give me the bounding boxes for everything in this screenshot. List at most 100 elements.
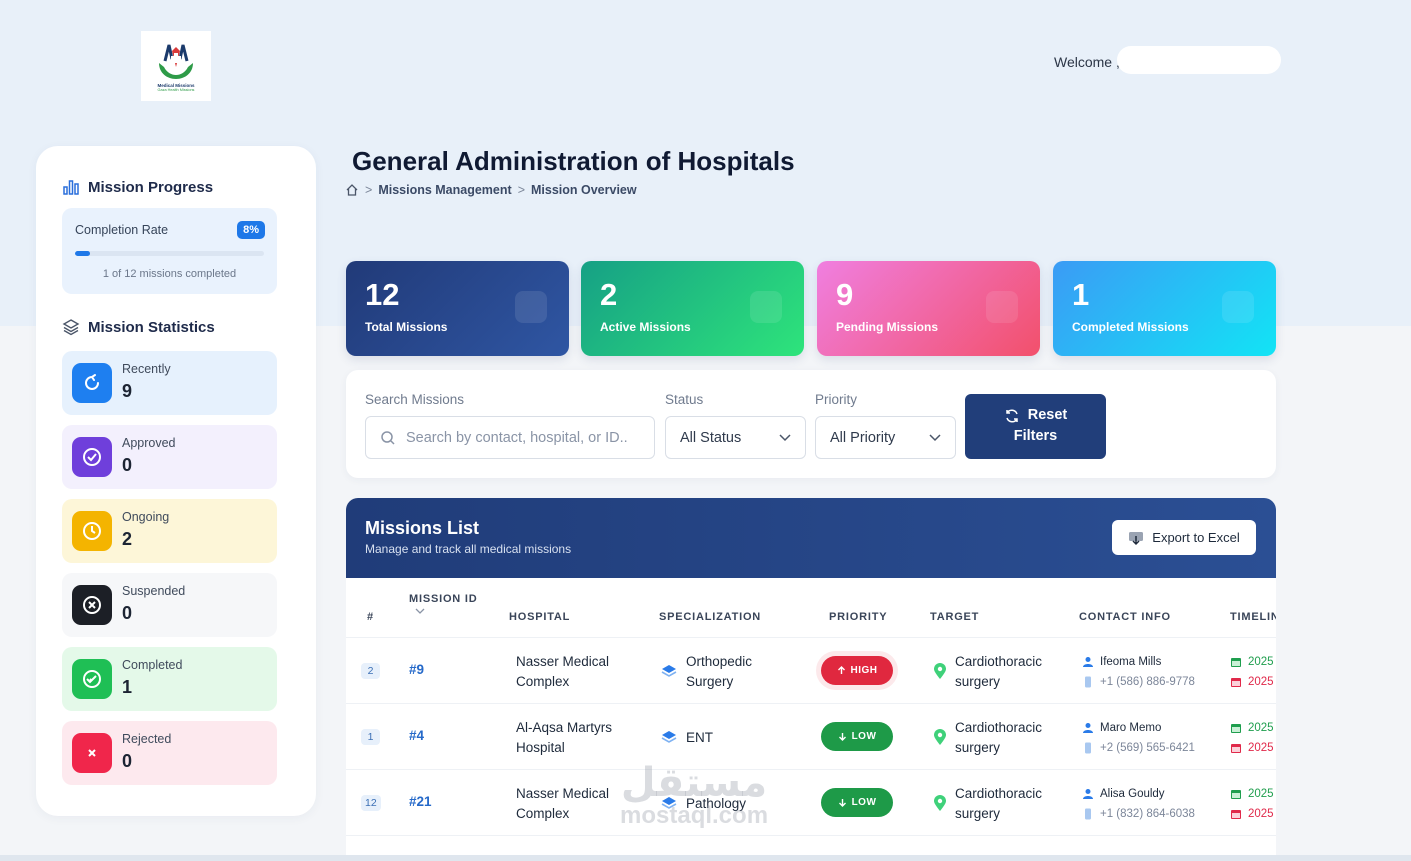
specialization: Orthopedic Surgery xyxy=(660,652,786,692)
arrow-up-icon xyxy=(837,666,845,674)
stat-box-rejected xyxy=(72,733,112,773)
target: Cardiothoracic surgery xyxy=(933,718,1070,758)
logo[interactable]: Medical Missions Gaza Health Missions xyxy=(141,31,211,101)
target: Cardiothoracic surgery xyxy=(933,652,1070,692)
map-pin-icon xyxy=(934,663,946,679)
target-text: Cardiothoracic surgery xyxy=(955,720,1043,755)
page-title: General Administration of Hospitals xyxy=(352,146,795,176)
reset-filters-button[interactable]: Reset Filters xyxy=(965,394,1106,459)
hands-logo-icon xyxy=(159,44,193,79)
hospital-name: Al-Aqsa Martyrs Hospital xyxy=(516,720,613,755)
col-index: # xyxy=(367,611,374,623)
start-date: 2025 xyxy=(1248,722,1274,734)
map-pin-icon xyxy=(934,795,946,811)
chevron-down-icon xyxy=(929,433,941,441)
search-placeholder: Search by contact, hospital, or ID.. xyxy=(406,429,628,446)
home-icon[interactable] xyxy=(345,183,359,197)
row-index: 12 xyxy=(361,795,381,811)
status-select[interactable]: All Status xyxy=(665,416,806,459)
missions-list: Missions List Manage and track all medic… xyxy=(346,498,1276,861)
specialization-text: Orthopedic Surgery xyxy=(686,654,753,689)
contact-phone: +1 (586) 886-9778 xyxy=(1100,676,1195,688)
contact-name: Maro Memo xyxy=(1100,722,1162,734)
x-circle-icon xyxy=(83,596,101,614)
calendar-icon xyxy=(1231,790,1241,799)
search-icon xyxy=(381,430,395,445)
calendar-icon xyxy=(1231,658,1241,667)
row-index: 2 xyxy=(361,663,380,679)
user-icon xyxy=(1083,789,1093,799)
end-date: 2025 xyxy=(1248,742,1274,754)
stat-approved[interactable]: Approved 0 xyxy=(62,425,277,489)
stat-completed[interactable]: Completed 1 xyxy=(62,647,277,711)
table-row[interactable]: 1 #4 Al-Aqsa Martyrs Hospital ENT LOW Ca… xyxy=(346,703,1276,769)
col-mission-id-label: MISSION ID xyxy=(409,593,478,605)
layers-icon xyxy=(661,731,677,743)
card-pending-missions[interactable]: 9 Pending Missions xyxy=(817,261,1040,356)
export-label: Export to Excel xyxy=(1152,530,1240,545)
breadcrumb-separator: > xyxy=(365,183,373,197)
stat-box-completed xyxy=(72,659,112,699)
stat-name: Suspended xyxy=(122,584,186,598)
hospital-name: Nasser Medical Complex xyxy=(516,786,610,821)
start-date: 2025 xyxy=(1248,656,1274,668)
arrow-down-icon xyxy=(838,733,846,741)
mission-id-link[interactable]: #21 xyxy=(409,794,432,809)
status-label: Status xyxy=(665,392,704,407)
bottom-edge xyxy=(0,855,1411,861)
col-mission-id[interactable]: MISSION ID xyxy=(409,593,478,619)
layers-icon xyxy=(62,319,80,336)
arrow-down-icon xyxy=(838,799,846,807)
reset-label-2: Filters xyxy=(1013,428,1058,444)
stat-box-ongoing xyxy=(72,511,112,551)
specialization-text: ENT xyxy=(686,730,713,745)
breadcrumb-missions-management[interactable]: Missions Management xyxy=(378,183,511,197)
card-total-missions[interactable]: 12 Total Missions xyxy=(346,261,569,356)
sidebar: Mission Progress Completion Rate 8% 1 of… xyxy=(36,146,316,816)
specialization: ENT xyxy=(660,718,786,748)
priority-text: HIGH xyxy=(850,665,878,676)
completion-rate-card: Completion Rate 8% 1 of 12 missions comp… xyxy=(62,208,277,294)
stat-name: Rejected xyxy=(122,732,172,746)
priority-select[interactable]: All Priority xyxy=(815,416,956,459)
card-active-missions[interactable]: 2 Active Missions xyxy=(581,261,804,356)
end-date: 2025 xyxy=(1248,676,1274,688)
priority-value: All Priority xyxy=(830,429,896,446)
start-date: 2025 xyxy=(1248,788,1274,800)
card-completed-missions[interactable]: 1 Completed Missions xyxy=(1053,261,1276,356)
contact-info: Maro Memo +2 (569) 565-6421 xyxy=(1082,718,1195,758)
breadcrumb-mission-overview[interactable]: Mission Overview xyxy=(531,183,637,197)
table-row[interactable]: 2 #9 Nasser Medical Complex Orthopedic S… xyxy=(346,637,1276,703)
calendar-icon xyxy=(1231,810,1241,819)
contact-name: Alisa Gouldy xyxy=(1100,788,1165,800)
layers-icon xyxy=(661,797,677,809)
stat-suspended[interactable]: Suspended 0 xyxy=(62,573,277,637)
activity-icon xyxy=(750,291,782,323)
stat-ongoing[interactable]: Ongoing 2 xyxy=(62,499,277,563)
stat-value: 0 xyxy=(122,751,133,771)
table-row[interactable]: 12 #21 Nasser Medical Complex Pathology … xyxy=(346,769,1276,835)
welcome-text: Welcome , xyxy=(1054,54,1120,70)
stat-name: Approved xyxy=(122,436,176,450)
completion-bar-fill xyxy=(75,251,91,256)
target-text: Cardiothoracic surgery xyxy=(955,786,1043,821)
stat-recently[interactable]: Recently 9 xyxy=(62,351,277,415)
priority-badge: LOW xyxy=(821,722,893,751)
specialization-text: Pathology xyxy=(686,796,747,811)
user-name-redacted xyxy=(1117,46,1281,74)
target-text: Cardiothoracic surgery xyxy=(955,654,1043,689)
mission-id-link[interactable]: #9 xyxy=(409,662,424,677)
col-target: TARGET xyxy=(930,611,980,623)
calendar-icon xyxy=(1231,744,1241,753)
filters-panel: Search Missions Search by contact, hospi… xyxy=(346,370,1276,478)
mission-id-link[interactable]: #4 xyxy=(409,728,424,743)
stat-rejected[interactable]: Rejected 0 xyxy=(62,721,277,785)
clock-icon xyxy=(83,522,101,540)
export-excel-button[interactable]: Export to Excel xyxy=(1112,520,1256,555)
card-label: Active Missions xyxy=(600,320,691,334)
missions-header: Missions List Manage and track all medic… xyxy=(346,498,1276,578)
card-number: 12 xyxy=(365,277,400,312)
priority-badge: LOW xyxy=(821,788,893,817)
search-input[interactable]: Search by contact, hospital, or ID.. xyxy=(365,416,655,459)
stat-value: 0 xyxy=(122,455,133,475)
